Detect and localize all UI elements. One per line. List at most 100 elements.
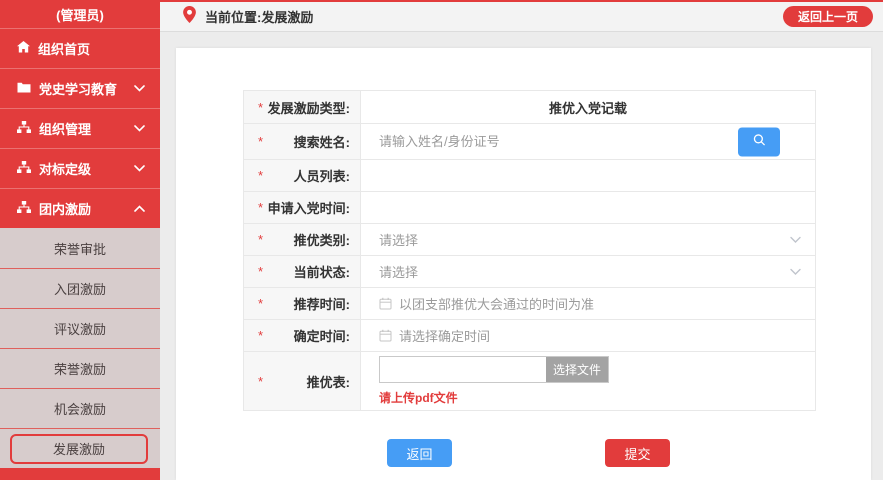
folder-icon <box>17 81 31 96</box>
field-label-cell: * 当前状态: <box>244 256 361 287</box>
form-row-person-list: * 人员列表: <box>244 159 815 191</box>
chevron-down-icon <box>134 85 145 92</box>
apply-party-time-value-cell <box>361 192 815 223</box>
sidebar-role-header: (管理员) <box>0 0 160 28</box>
form-table: * 发展激励类型: 推优入党记载 * 搜索姓名: <box>243 90 816 411</box>
field-label-cell: * 搜索姓名: <box>244 124 361 159</box>
submenu-item-honor-incentive[interactable]: 荣誉激励 <box>0 348 160 388</box>
sitemap-icon <box>17 121 31 136</box>
form-row-recommend-time: * 推荐时间: 以团支部推优大会通过的时间为准 <box>244 287 815 319</box>
sidebar-item-label: 党史学习教育 <box>39 79 117 98</box>
sidebar-item-party-history-education[interactable]: 党史学习教育 <box>0 68 160 108</box>
sidebar-item-label: 组织首页 <box>38 39 90 58</box>
form-row-current-status: * 当前状态: 请选择 <box>244 255 815 287</box>
chevron-down-icon <box>790 236 801 243</box>
field-label: 推优类别: <box>294 230 350 249</box>
sitemap-icon <box>17 201 31 216</box>
breadcrumb-current-location: 当前位置:发展激励 <box>205 7 313 26</box>
recommend-time-picker[interactable]: 以团支部推优大会通过的时间为准 <box>361 288 815 319</box>
page: (管理员) 组织首页 党史学习教育 组织管理 <box>0 0 883 480</box>
field-label: 推荐时间: <box>294 294 350 313</box>
form-submit-button[interactable]: 提交 <box>605 439 670 467</box>
field-label-cell: * 发展激励类型: <box>244 91 361 123</box>
submenu-item-development-incentive-active[interactable]: 发展激励 <box>0 428 160 468</box>
field-label-cell: * 推优类别: <box>244 224 361 255</box>
home-icon <box>17 41 30 56</box>
sidebar-item-label: 对标定级 <box>39 159 91 178</box>
field-label-cell: * 推荐时间: <box>244 288 361 319</box>
sidebar-item-org-management[interactable]: 组织管理 <box>0 108 160 148</box>
required-marker: * <box>258 296 263 311</box>
recommend-category-select[interactable]: 请选择 <box>361 224 815 255</box>
chevron-down-icon <box>134 125 145 132</box>
required-marker: * <box>258 134 263 149</box>
date-placeholder: 以团支部推优大会通过的时间为准 <box>399 294 594 313</box>
person-list-value-cell <box>361 160 815 191</box>
field-label: 确定时间: <box>294 326 350 345</box>
search-button[interactable] <box>738 127 780 156</box>
field-label: 推优表: <box>307 372 350 391</box>
select-placeholder: 请选择 <box>379 262 418 281</box>
sidebar-item-label: 团内激励 <box>39 199 91 218</box>
topbar: 当前位置:发展激励 返回上一页 <box>160 0 883 32</box>
field-value-cell: 推优入党记载 <box>361 91 815 123</box>
date-placeholder: 请选择确定时间 <box>399 326 490 345</box>
form-back-button[interactable]: 返回 <box>387 439 452 467</box>
field-value-cell: 选择文件 请上传pdf文件 <box>361 352 815 410</box>
back-to-previous-page-button[interactable]: 返回上一页 <box>783 6 873 27</box>
sidebar-item-benchmark-rating[interactable]: 对标定级 <box>0 148 160 188</box>
upload-hint-text: 请上传pdf文件 <box>379 389 458 406</box>
field-label: 搜索姓名: <box>294 132 350 151</box>
submenu-item-review-incentive[interactable]: 评议激励 <box>0 308 160 348</box>
submenu-item-label: 机会激励 <box>54 399 106 418</box>
current-status-select[interactable]: 请选择 <box>361 256 815 287</box>
field-label: 申请入党时间: <box>268 198 350 217</box>
sidebar-item-org-home[interactable]: 组织首页 <box>0 28 160 68</box>
submenu-item-join-league-incentive[interactable]: 入团激励 <box>0 268 160 308</box>
form-row-search-name: * 搜索姓名: <box>244 123 815 159</box>
chevron-down-icon <box>134 165 145 172</box>
active-item-highlight-ring: 发展激励 <box>10 434 148 464</box>
required-marker: * <box>258 328 263 343</box>
required-marker: * <box>258 232 263 247</box>
form-row-recommend-form-upload: * 推优表: 选择文件 请上传pdf文件 <box>244 351 815 410</box>
incentive-type-value: 推优入党记载 <box>549 98 627 117</box>
form-row-apply-party-time: * 申请入党时间: <box>244 191 815 223</box>
sidebar: (管理员) 组织首页 党史学习教育 组织管理 <box>0 0 160 480</box>
confirm-time-picker[interactable]: 请选择确定时间 <box>361 320 815 351</box>
submenu-item-label: 发展激励 <box>53 439 105 458</box>
submenu-item-label: 入团激励 <box>54 279 106 298</box>
chevron-down-icon <box>790 268 801 275</box>
sidebar-item-league-incentive[interactable]: 团内激励 <box>0 188 160 228</box>
calendar-icon <box>379 329 392 342</box>
field-label: 当前状态: <box>294 262 350 281</box>
calendar-icon <box>379 297 392 310</box>
field-label-cell: * 人员列表: <box>244 160 361 191</box>
required-marker: * <box>258 264 263 279</box>
map-pin-icon <box>183 6 196 28</box>
chevron-up-icon <box>134 205 145 212</box>
field-label-cell: * 确定时间: <box>244 320 361 351</box>
submenu-item-label: 荣誉审批 <box>54 239 106 258</box>
required-marker: * <box>258 168 263 183</box>
submenu-item-opportunity-incentive[interactable]: 机会激励 <box>0 388 160 428</box>
form-row-incentive-type: * 发展激励类型: 推优入党记载 <box>244 91 815 123</box>
form-card: * 发展激励类型: 推优入党记载 * 搜索姓名: <box>176 48 871 480</box>
field-label-cell: * 申请入党时间: <box>244 192 361 223</box>
required-marker: * <box>258 100 263 115</box>
required-marker: * <box>258 200 263 215</box>
field-value-cell <box>361 124 815 159</box>
field-label-cell: * 推优表: <box>244 352 361 410</box>
field-label: 发展激励类型: <box>268 98 350 117</box>
file-upload-input[interactable]: 选择文件 <box>379 356 609 383</box>
sitemap-icon <box>17 161 31 176</box>
sidebar-submenu: 荣誉审批 入团激励 评议激励 荣誉激励 机会激励 发展激励 <box>0 228 160 468</box>
form-row-recommend-category: * 推优类别: 请选择 <box>244 223 815 255</box>
choose-file-button[interactable]: 选择文件 <box>546 357 608 382</box>
select-placeholder: 请选择 <box>379 230 418 249</box>
search-icon <box>752 133 767 151</box>
form-row-confirm-time: * 确定时间: 请选择确定时间 <box>244 319 815 351</box>
submenu-item-honor-approval[interactable]: 荣誉审批 <box>0 228 160 268</box>
field-label: 人员列表: <box>294 166 350 185</box>
submenu-item-label: 评议激励 <box>54 319 106 338</box>
